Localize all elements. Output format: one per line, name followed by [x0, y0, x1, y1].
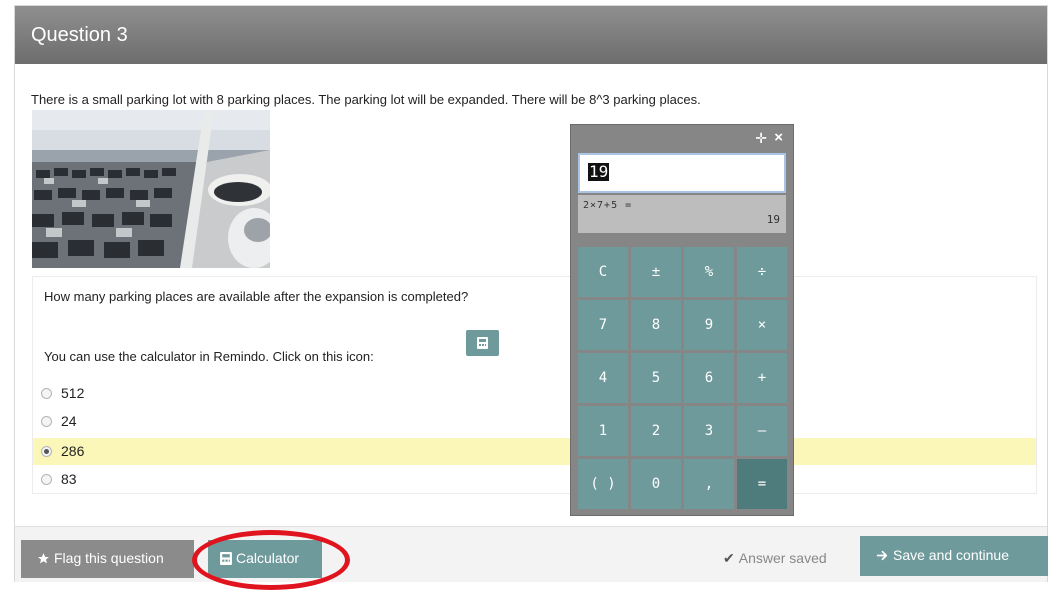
- calc-key-subtract[interactable]: –: [737, 406, 787, 456]
- calc-key-6[interactable]: 6: [684, 353, 734, 403]
- calc-key-multiply[interactable]: ×: [737, 300, 787, 350]
- calc-key-add[interactable]: +: [737, 353, 787, 403]
- answer-saved-status: ✔ Answer saved: [723, 550, 827, 567]
- annotation-ellipse: [192, 530, 350, 590]
- check-icon: ✔: [723, 550, 735, 566]
- calc-key-5[interactable]: 5: [631, 353, 681, 403]
- save-and-continue-label: Save and continue: [893, 547, 1009, 563]
- save-and-continue-button[interactable]: Save and continue: [860, 536, 1048, 576]
- calculator-hint: You can use the calculator in Remindo. C…: [44, 349, 374, 364]
- star-icon: [37, 552, 50, 568]
- calculator-icon[interactable]: [466, 330, 499, 356]
- answer-option[interactable]: 83: [33, 466, 1036, 493]
- radio-button[interactable]: [41, 416, 52, 427]
- flag-question-button[interactable]: Flag this question: [21, 540, 194, 578]
- answer-option-label: 83: [61, 471, 77, 487]
- question-prompt: How many parking places are available af…: [44, 289, 469, 304]
- answer-option-selected[interactable]: 286: [33, 438, 1036, 465]
- radio-button[interactable]: [41, 474, 52, 485]
- answer-option[interactable]: 512: [33, 380, 1036, 407]
- question-box: How many parking places are available af…: [32, 276, 1037, 494]
- question-footer: Flag this question Calculator ✔ Answer sa…: [15, 526, 1048, 590]
- question-header: Question 3: [15, 6, 1047, 64]
- calc-key-3[interactable]: 3: [684, 406, 734, 456]
- question-panel: Question 3 There is a small parking lot …: [14, 5, 1048, 590]
- question-intro: There is a small parking lot with 8 park…: [31, 92, 701, 107]
- calc-key-1[interactable]: 1: [578, 406, 628, 456]
- answer-option-label: 24: [61, 413, 77, 429]
- calculator-display[interactable]: 19: [578, 153, 786, 193]
- calc-key-4[interactable]: 4: [578, 353, 628, 403]
- calc-key-divide[interactable]: ÷: [737, 247, 787, 297]
- answer-option[interactable]: 24: [33, 408, 1036, 435]
- calculator-history: 2×7+5 = 19: [578, 195, 786, 233]
- calculator-history-expression: 2×7+5 =: [583, 200, 633, 211]
- flag-question-label: Flag this question: [54, 550, 164, 566]
- calc-key-7[interactable]: 7: [578, 300, 628, 350]
- calc-key-equals[interactable]: =: [737, 459, 787, 509]
- calc-key-negate[interactable]: ±: [631, 247, 681, 297]
- calc-key-parentheses[interactable]: ( ): [578, 459, 628, 509]
- calculator-history-result: 19: [766, 213, 780, 226]
- answer-option-label: 512: [61, 385, 85, 401]
- calc-key-8[interactable]: 8: [631, 300, 681, 350]
- calculator-widget[interactable]: ✛ × 19 2×7+5 = 19 C ± % ÷ 7 8 9 × 4 5 6 …: [570, 124, 794, 516]
- calc-key-decimal[interactable]: ,: [684, 459, 734, 509]
- parking-lot-photo: [32, 110, 270, 268]
- calc-key-clear[interactable]: C: [578, 247, 628, 297]
- calculator-titlebar[interactable]: ✛ ×: [571, 125, 793, 153]
- radio-button[interactable]: [41, 388, 52, 399]
- answer-option-label: 286: [61, 443, 85, 459]
- radio-button-checked[interactable]: [41, 446, 52, 457]
- calculator-keypad: C ± % ÷ 7 8 9 × 4 5 6 + 1 2 3 – ( ) 0 , …: [578, 247, 788, 509]
- close-icon[interactable]: ×: [774, 129, 783, 146]
- answer-saved-label: Answer saved: [738, 550, 827, 566]
- calc-key-0[interactable]: 0: [631, 459, 681, 509]
- calculator-display-value: 19: [588, 162, 610, 181]
- arrow-right-icon: [876, 549, 889, 565]
- move-icon[interactable]: ✛: [755, 130, 767, 147]
- calc-key-percent[interactable]: %: [684, 247, 734, 297]
- calc-key-9[interactable]: 9: [684, 300, 734, 350]
- calc-key-2[interactable]: 2: [631, 406, 681, 456]
- question-title: Question 3: [31, 24, 128, 46]
